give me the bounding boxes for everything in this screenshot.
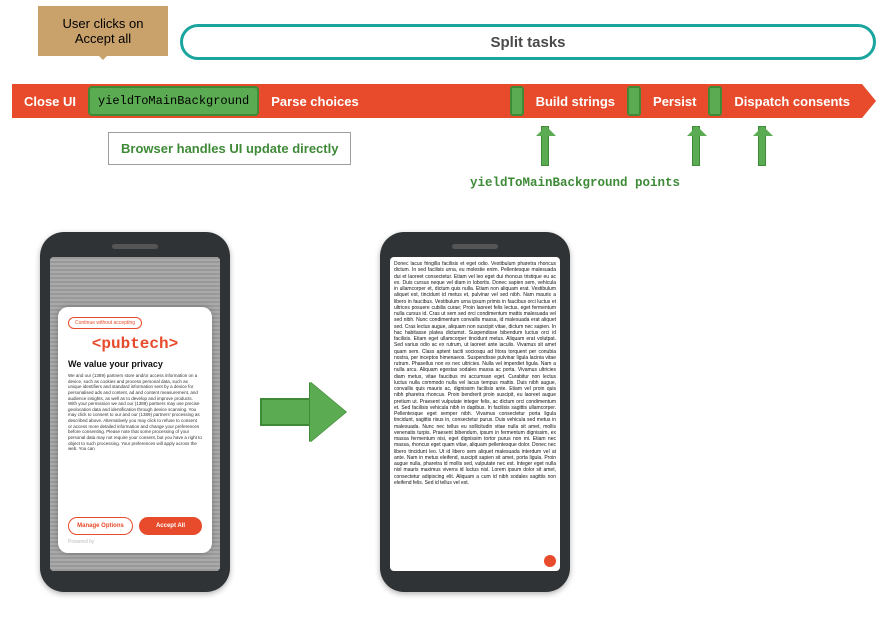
consent-button-row: Manage Options Accept All [68, 517, 202, 535]
user-action-callout: User clicks on Accept all [38, 6, 168, 56]
yield-point-2 [627, 86, 641, 116]
phone-before-screen: Continue without accepting <pubtech> We … [50, 257, 220, 571]
seg-dispatch: Dispatch consents [722, 84, 862, 118]
pubtech-logo: <pubtech> [68, 335, 202, 353]
timeline-arrowhead [862, 84, 876, 118]
transition-arrow [260, 382, 350, 442]
seg-parse: Parse choices [259, 84, 509, 118]
consent-credit: Powered by [68, 539, 202, 545]
seg-yield-main: yieldToMainBackground [88, 86, 259, 116]
yield-points-label: yieldToMainBackground points [470, 176, 680, 190]
consent-dialog: Continue without accepting <pubtech> We … [58, 307, 212, 553]
split-tasks-pill: Split tasks [180, 24, 876, 60]
manage-options-button[interactable]: Manage Options [68, 517, 133, 535]
seg-close-ui: Close UI [12, 84, 88, 118]
browser-handles-text: Browser handles UI update directly [121, 141, 338, 156]
phone-speaker [112, 244, 158, 249]
phone-comparison: Continue without accepting <pubtech> We … [40, 232, 570, 592]
browser-handles-box: Browser handles UI update directly [108, 132, 351, 165]
phone-speaker [452, 244, 498, 249]
seg-persist: Persist [641, 84, 708, 118]
continue-without-chip[interactable]: Continue without accepting [68, 317, 142, 329]
yield-arrow-1 [541, 126, 549, 166]
phone-after: Donec lacus fringilla facilisis et eget … [380, 232, 570, 592]
yield-arrow-3 [758, 126, 766, 166]
phone-after-screen: Donec lacus fringilla facilisis et eget … [390, 257, 560, 571]
task-timeline: Close UI yieldToMainBackground Parse cho… [12, 84, 876, 118]
callout-text: User clicks on Accept all [44, 16, 162, 46]
yield-point-1 [510, 86, 524, 116]
accept-all-button[interactable]: Accept All [139, 517, 202, 535]
consent-heading: We value your privacy [68, 359, 202, 369]
pill-label: Split tasks [490, 34, 565, 51]
consent-body: We and our (1389) partners store and/or … [68, 373, 202, 452]
seg-build: Build strings [524, 84, 627, 118]
phone-before: Continue without accepting <pubtech> We … [40, 232, 230, 592]
yield-point-3 [708, 86, 722, 116]
article-text: Donec lacus fringilla facilisis et eget … [394, 261, 556, 567]
yield-arrow-2 [692, 126, 700, 166]
fab-icon[interactable] [544, 555, 556, 567]
